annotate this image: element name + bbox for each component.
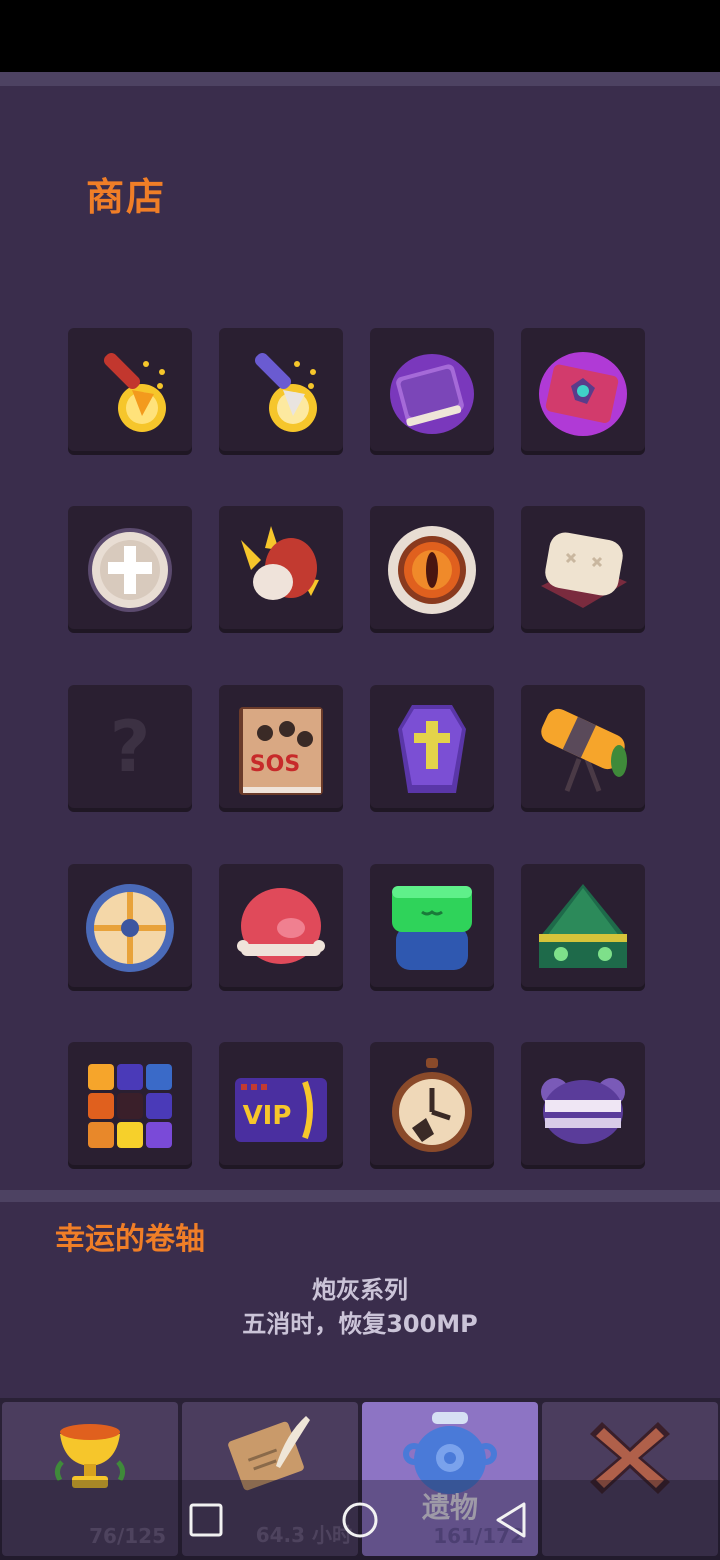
- silver-arrow-icon: [254, 352, 317, 432]
- telescope-icon: [541, 708, 627, 792]
- red-spellbook-icon: [539, 351, 627, 436]
- round-shield-icon: [86, 883, 174, 972]
- green-tent-icon: [539, 883, 627, 968]
- pocket-watch-icon: [392, 1057, 472, 1152]
- green-frog-icon: [392, 885, 472, 970]
- item-name: 幸运的卷轴: [55, 1222, 205, 1257]
- holy-cross-coin-icon: [88, 527, 172, 612]
- slot-telescope[interactable]: [521, 685, 645, 812]
- slot-green-frog[interactable]: [370, 864, 494, 991]
- slot-pocket-watch[interactable]: [370, 1042, 494, 1169]
- shop-panel: [0, 86, 720, 1190]
- slot-holy-cross-coin[interactable]: [68, 506, 192, 633]
- slot-pillow[interactable]: [521, 506, 645, 633]
- item-effect: 五消时，恢复300MP: [242, 1310, 478, 1338]
- svg-text:SOS: SOS: [250, 752, 300, 777]
- slot-color-cube[interactable]: [68, 1042, 192, 1169]
- recent-apps-icon[interactable]: [186, 1500, 226, 1540]
- panel-divider: [0, 1190, 720, 1202]
- shop-title: 商店: [86, 175, 167, 219]
- purple-spellbook-icon: [390, 353, 474, 434]
- slot-silver-arrow[interactable]: [219, 328, 343, 455]
- unknown-icon: ?: [110, 706, 151, 788]
- purple-coffin-icon: [398, 704, 466, 793]
- slot-red-spellbook[interactable]: [521, 328, 645, 455]
- gold-arrow-icon: [103, 352, 166, 432]
- back-icon[interactable]: [492, 1500, 532, 1540]
- slot-gold-arrow[interactable]: [68, 328, 192, 455]
- item-series: 炮灰系列: [312, 1276, 408, 1304]
- svg-text:?: ?: [110, 706, 151, 788]
- raw-meat-icon: [241, 525, 319, 600]
- slot-photo-book[interactable]: SOS: [219, 685, 343, 812]
- slot-purple-coffin[interactable]: [370, 685, 494, 812]
- status-bar: [0, 0, 720, 72]
- pillow-icon: [541, 532, 627, 608]
- slot-purple-hat[interactable]: [521, 1042, 645, 1169]
- slot-unknown[interactable]: ?: [68, 685, 192, 812]
- pig-head-icon: [237, 887, 325, 964]
- home-icon[interactable]: [340, 1500, 380, 1540]
- purple-hat-icon: [541, 1077, 625, 1144]
- slot-raw-meat[interactable]: [219, 506, 343, 633]
- slot-fire-eye[interactable]: [370, 506, 494, 633]
- slot-pig-head[interactable]: [219, 864, 343, 991]
- slot-purple-spellbook[interactable]: [370, 328, 494, 455]
- photo-book-icon: SOS: [239, 706, 323, 795]
- vip-card-icon: VIP: [235, 1077, 327, 1142]
- slot-vip-card[interactable]: VIP: [219, 1042, 343, 1169]
- top-border: [0, 72, 720, 86]
- slot-round-shield[interactable]: [68, 864, 192, 991]
- slot-green-tent[interactable]: [521, 864, 645, 991]
- fire-eye-icon: [388, 525, 476, 614]
- color-cube-icon: [88, 1063, 172, 1148]
- svg-text:VIP: VIP: [243, 1101, 292, 1131]
